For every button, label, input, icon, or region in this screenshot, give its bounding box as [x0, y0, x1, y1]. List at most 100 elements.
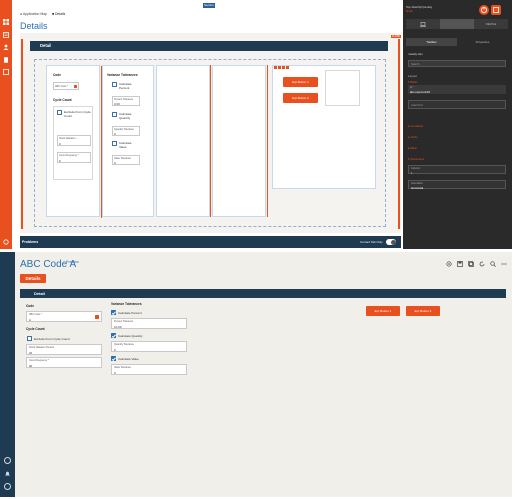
exclude-checkbox[interactable]: [57, 110, 62, 115]
field-label: Quantity Tolerance: [114, 128, 134, 131]
designer-canvas: CLOSE Detail Code ABC Code * Cycle Count…: [20, 33, 401, 233]
pct-tol-field[interactable]: Percent Tolerance 10.00: [111, 318, 187, 329]
tablet-tab[interactable]: [440, 19, 474, 29]
delete-icon[interactable]: [286, 66, 289, 69]
tab-properties[interactable]: Properties: [457, 38, 508, 46]
field-label: Percent Tolerance: [114, 320, 134, 323]
laptop-tab[interactable]: [406, 19, 440, 29]
settings-icon[interactable]: [3, 239, 9, 245]
field-label: Count Frequency *: [59, 154, 79, 157]
pages-icon[interactable]: [3, 32, 9, 38]
qty-tol-field[interactable]: Quantity Tolerance 0: [111, 341, 187, 352]
page-title: Details: [20, 21, 48, 31]
pct-tol-field[interactable]: Percent Tolerance 0.00: [112, 96, 140, 106]
stock-val-field[interactable]: Stock Valuation ... 0: [57, 135, 91, 146]
canvas-column: [156, 65, 210, 217]
clear-icon[interactable]: [74, 85, 77, 88]
user-icon[interactable]: [4, 483, 11, 490]
doc-icon[interactable]: [3, 57, 9, 63]
field-label: Id *: [410, 85, 414, 89]
power-button[interactable]: [479, 5, 489, 15]
label-text-field[interactable]: Label Text: [408, 100, 506, 109]
more-icon[interactable]: [501, 261, 507, 267]
columns-field[interactable]: Columns 1: [408, 165, 506, 175]
field-label: Stock Valuation Percent: [29, 346, 55, 349]
help-icon[interactable]: [4, 457, 11, 464]
id-field[interactable]: Id * abc-new-func03: [408, 85, 506, 94]
field-value: 90: [29, 363, 33, 368]
field-label: Orientation: [411, 181, 423, 185]
calc-val-checkbox[interactable]: [111, 356, 116, 361]
calc-val-checkbox[interactable]: [112, 141, 117, 146]
field-value: A: [29, 317, 32, 322]
stock-val-field[interactable]: Stock Valuation Percent 20: [26, 344, 102, 355]
code-label: Code: [53, 73, 61, 77]
calc-pct-checkbox[interactable]: [112, 82, 117, 87]
clear-icon[interactable]: [95, 315, 99, 319]
save-icon[interactable]: [457, 261, 463, 267]
top-side-nav: [0, 0, 12, 249]
exclude-checkbox[interactable]: [27, 336, 32, 341]
abc-code-field[interactable]: ABC Code *: [53, 82, 79, 90]
current-tab-toggle[interactable]: [386, 239, 396, 245]
erp-button-2[interactable]: Erp Button 2: [283, 93, 318, 103]
search-input[interactable]: Search...: [408, 60, 506, 67]
top-screenshot: ● Application Map ■ Details Section Deta…: [0, 0, 512, 249]
edit-icon[interactable]: [282, 66, 285, 69]
section-basic[interactable]: ▾ Basic: [408, 80, 418, 84]
field-label: Label Text: [411, 103, 423, 107]
canvas-column: Variance Tolerances Calculate Percent Pe…: [101, 65, 154, 218]
tab-toolbox[interactable]: Toolbox: [406, 38, 457, 46]
problems-bar: Problems Current Tab Only: [20, 236, 401, 248]
cycle-label: Cycle Count: [53, 98, 72, 102]
calc-val-label: Calculate Value: [118, 356, 139, 361]
calc-qty-checkbox[interactable]: [111, 333, 116, 338]
bottom-screenshot: ABC Code A Preview Details Detail Code A…: [0, 252, 512, 497]
calc-qty-checkbox[interactable]: [112, 112, 117, 117]
section-container[interactable]: ▸ Container: [408, 124, 423, 128]
breadcrumb-item[interactable]: ● Application Map: [20, 12, 47, 16]
field-value: 0.00: [114, 102, 120, 106]
abc-code-field[interactable]: ABC Code * A: [26, 311, 102, 322]
calc-pct-label: Calculate Percent: [118, 310, 142, 315]
detail-bar-title: Detail: [34, 291, 45, 296]
layout-section[interactable]: Layout: [408, 74, 417, 78]
erp-button-1[interactable]: Erp Button 1: [366, 306, 400, 316]
qty-tol-field[interactable]: Quantity Tolerance 0: [112, 126, 140, 136]
cycle-label: Cycle Count: [26, 327, 45, 331]
refresh-icon[interactable]: [479, 261, 485, 267]
grid-icon[interactable]: [3, 19, 9, 25]
close-tag[interactable]: CLOSE: [390, 35, 401, 38]
val-tol-field[interactable]: Value Tolerance 0: [112, 155, 140, 165]
copy-icon[interactable]: [468, 261, 474, 267]
bell-icon[interactable]: [4, 470, 11, 477]
field-value: horizontal: [411, 185, 424, 190]
val-tol-field[interactable]: Value Tolerance 0: [111, 364, 187, 375]
preview-link[interactable]: Preview: [66, 260, 79, 264]
search-placeholder: Search...: [411, 62, 422, 66]
box-icon[interactable]: [3, 69, 9, 75]
section-data[interactable]: ▸ Data: [408, 146, 417, 150]
exclude-label: Exclude From Cycle Count: [64, 110, 91, 119]
search-icon[interactable]: [490, 261, 496, 267]
breadcrumb-item[interactable]: ■ Details: [52, 12, 65, 16]
copy-icon[interactable]: [278, 66, 281, 69]
person-icon[interactable]: [3, 44, 9, 50]
section-advanced[interactable]: ▾ Advanced: [408, 157, 424, 161]
publish-button[interactable]: [491, 5, 501, 15]
erp-button-2[interactable]: Erp Button 2: [406, 306, 440, 316]
count-freq-field[interactable]: Count Frequency * 90: [26, 357, 102, 368]
erp-button-1[interactable]: Erp Button 1: [283, 77, 318, 87]
move-icon[interactable]: [274, 66, 277, 69]
count-freq-field[interactable]: Count Frequency * 0: [57, 152, 91, 163]
section-grids[interactable]: ▸ Grids: [408, 135, 418, 139]
variance-label: Variance Tolerances: [111, 302, 142, 306]
section-badge[interactable]: Section: [203, 3, 216, 8]
gear-icon[interactable]: [446, 261, 452, 267]
panel-tabs: Toolbox Properties: [406, 38, 508, 46]
calc-pct-checkbox[interactable]: [111, 310, 116, 315]
problems-label[interactable]: Problems: [22, 240, 38, 244]
device-select[interactable]: DEVICE: [474, 19, 508, 29]
details-button[interactable]: Details: [20, 274, 46, 283]
orientation-field[interactable]: Orientation horizontal: [408, 180, 506, 190]
